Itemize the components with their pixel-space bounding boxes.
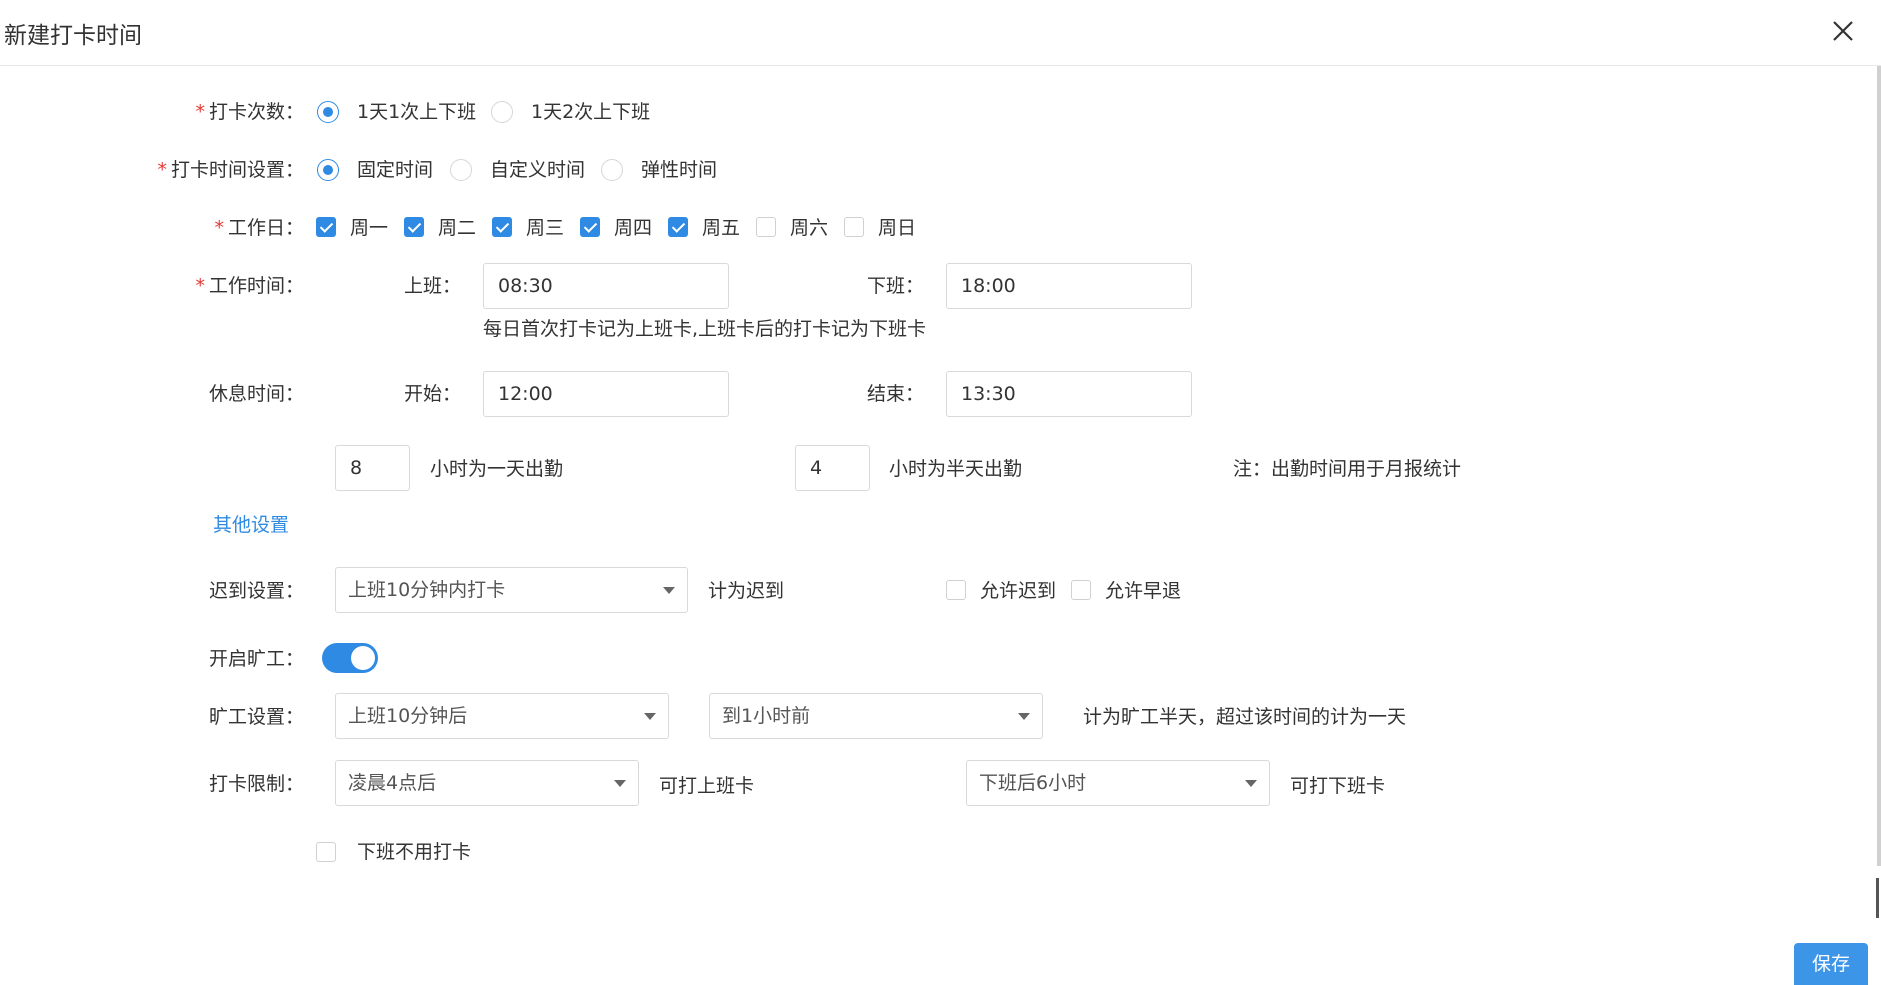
checkbox-allow-late-label: 允许迟到 [980, 580, 1057, 602]
late-setting-select-value: 上班10分钟内打卡 [348, 579, 506, 601]
punch-limit-label: 打卡限制： [208, 773, 304, 795]
workdays-label-text: 工作日： [227, 217, 304, 239]
required-mark: * [195, 101, 205, 123]
work-end-input[interactable]: 18:00 [946, 263, 1192, 309]
absence-setting-suffix: 计为旷工半天，超过该时间的计为一天 [1083, 706, 1407, 728]
scrollbar-marker [1876, 878, 1879, 918]
other-settings-link[interactable]: 其他设置 [213, 513, 289, 537]
checkbox-saturday-label: 周六 [790, 217, 829, 239]
half-day-hours-input[interactable]: 4 [795, 445, 870, 491]
late-setting-suffix: 计为迟到 [708, 580, 785, 602]
rest-end-label: 结束： [867, 383, 925, 405]
checkbox-thursday-label: 周四 [614, 217, 653, 239]
radio-twice-daily-label: 1天2次上下班 [531, 101, 651, 123]
punch-limit-start-text: 可打上班卡 [659, 775, 755, 797]
work-start-input[interactable]: 08:30 [483, 263, 729, 309]
absence-start-select[interactable]: 上班10分钟后 [335, 693, 669, 739]
radio-flexible-time[interactable] [601, 159, 623, 181]
checkbox-saturday[interactable] [756, 217, 776, 237]
checkbox-wednesday[interactable] [492, 217, 512, 237]
rest-time-label: 休息时间： [208, 383, 304, 405]
time-setting-label-text: 打卡时间设置： [170, 159, 304, 181]
late-setting-select[interactable]: 上班10分钟内打卡 [335, 567, 688, 613]
toggle-knob [351, 646, 375, 670]
absence-end-select[interactable]: 到1小时前 [709, 693, 1043, 739]
checkbox-thursday[interactable] [580, 217, 600, 237]
radio-custom-time-label: 自定义时间 [490, 159, 586, 181]
checkbox-monday[interactable] [316, 217, 336, 237]
rest-start-input[interactable]: 12:00 [483, 371, 729, 417]
chevron-down-icon [614, 780, 626, 787]
checkbox-tuesday-label: 周二 [438, 217, 477, 239]
chevron-down-icon [644, 713, 656, 720]
radio-once-daily[interactable] [317, 101, 339, 123]
chevron-down-icon [1245, 780, 1257, 787]
punch-limit-start-select[interactable]: 凌晨4点后 [335, 760, 639, 806]
punch-limit-end-text: 可打下班卡 [1290, 775, 1386, 797]
checkbox-allow-early-label: 允许早退 [1105, 580, 1182, 602]
dialog-title: 新建打卡时间 [4, 23, 142, 49]
scrollbar-thumb[interactable] [1877, 66, 1881, 866]
required-mark: * [214, 217, 224, 239]
full-day-hours-input[interactable]: 8 [335, 445, 410, 491]
rest-start-label: 开始： [404, 383, 462, 405]
full-day-hours-text: 小时为一天出勤 [430, 458, 564, 480]
half-day-hours-text: 小时为半天出勤 [889, 458, 1023, 480]
checkbox-no-punch-off[interactable] [316, 842, 336, 862]
checkbox-wednesday-label: 周三 [526, 217, 565, 239]
checkbox-friday[interactable] [668, 217, 688, 237]
save-button[interactable]: 保存 [1794, 943, 1868, 985]
radio-flexible-time-label: 弹性时间 [641, 159, 718, 181]
radio-once-daily-label: 1天1次上下班 [357, 101, 477, 123]
work-end-label: 下班： [867, 275, 925, 297]
punch-count-label-text: 打卡次数： [208, 101, 304, 123]
checkbox-friday-label: 周五 [702, 217, 741, 239]
radio-custom-time[interactable] [450, 159, 472, 181]
checkbox-sunday-label: 周日 [878, 217, 917, 239]
work-time-label-text: 工作时间： [208, 275, 304, 297]
absence-start-select-value: 上班10分钟后 [348, 705, 468, 727]
checkbox-allow-late[interactable] [946, 580, 966, 600]
chevron-down-icon [663, 587, 675, 594]
absence-end-select-value: 到1小时前 [722, 705, 811, 727]
radio-fixed-time[interactable] [317, 159, 339, 181]
chevron-down-icon [1018, 713, 1030, 720]
work-time-label: * 工作时间： [195, 274, 304, 298]
work-time-hint: 每日首次打卡记为上班卡,上班卡后的打卡记为下班卡 [483, 318, 927, 340]
required-mark: * [195, 275, 205, 297]
radio-twice-daily[interactable] [491, 101, 513, 123]
punch-limit-start-select-value: 凌晨4点后 [348, 772, 437, 794]
absence-toggle-label: 开启旷工： [208, 648, 304, 670]
absence-setting-label: 旷工设置： [208, 706, 304, 728]
checkbox-monday-label: 周一 [350, 217, 389, 239]
checkbox-tuesday[interactable] [404, 217, 424, 237]
checkbox-sunday[interactable] [844, 217, 864, 237]
punch-limit-end-select-value: 下班后6小时 [979, 772, 1087, 794]
rest-end-input[interactable]: 13:30 [946, 371, 1192, 417]
punch-limit-end-select[interactable]: 下班后6小时 [966, 760, 1270, 806]
punch-count-label: * 打卡次数： [195, 100, 304, 124]
checkbox-no-punch-off-label: 下班不用打卡 [357, 841, 472, 863]
time-setting-label: * 打卡时间设置： [157, 158, 304, 182]
work-start-label: 上班： [404, 275, 462, 297]
workdays-label: * 工作日： [214, 216, 304, 240]
scrollbar[interactable] [1877, 66, 1881, 866]
required-mark: * [157, 159, 167, 181]
radio-fixed-time-label: 固定时间 [357, 159, 434, 181]
late-setting-label: 迟到设置： [208, 580, 304, 602]
attendance-note: 注：出勤时间用于月报统计 [1233, 458, 1462, 480]
close-icon[interactable] [1824, 12, 1862, 50]
dialog-header: 新建打卡时间 [0, 0, 1881, 66]
absence-toggle[interactable] [322, 643, 378, 673]
checkbox-allow-early[interactable] [1071, 580, 1091, 600]
